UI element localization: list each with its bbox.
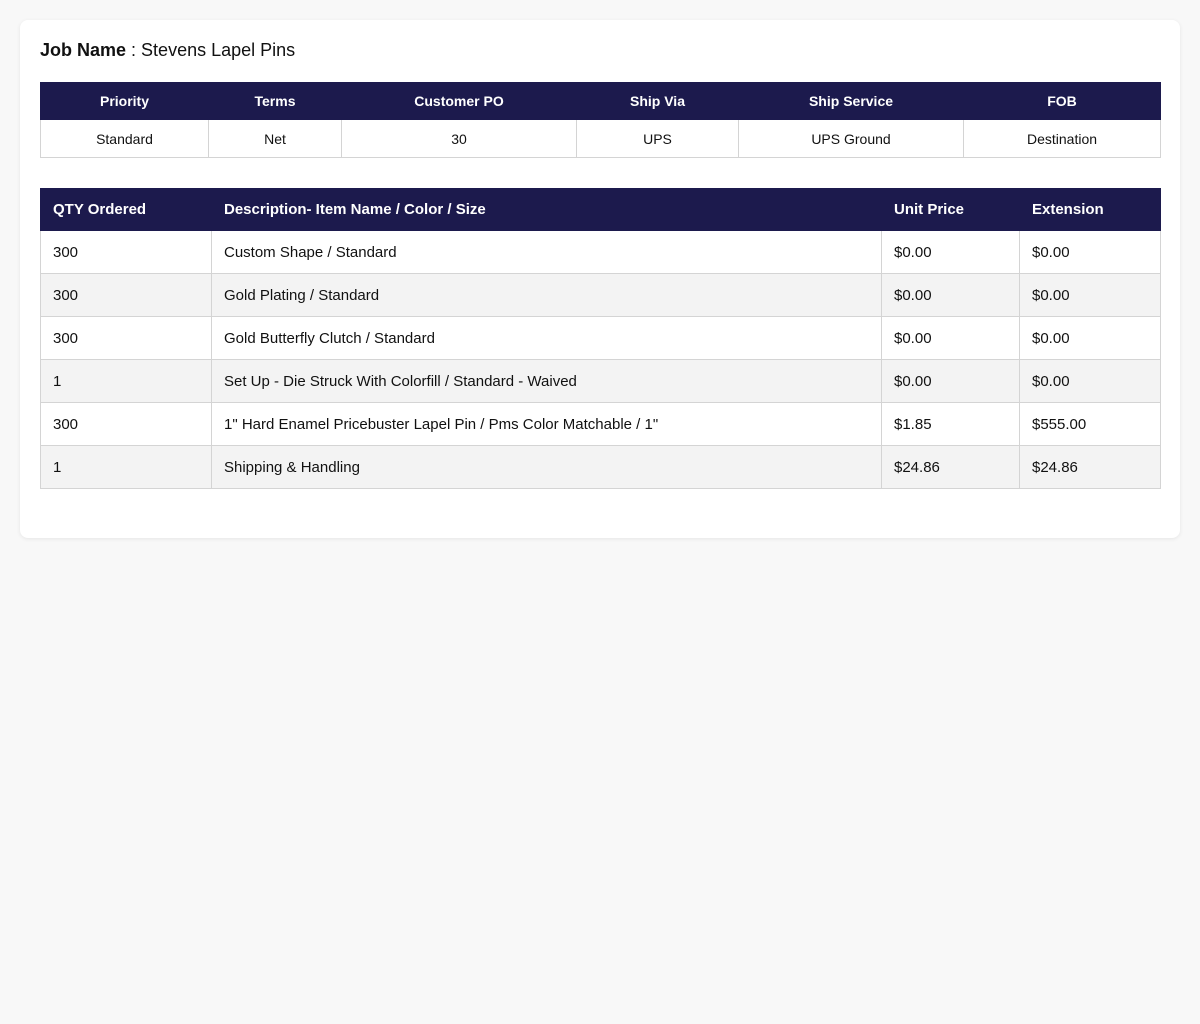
unit-price-cell: $0.00	[881, 273, 1020, 317]
line-items-table: QTY Ordered Description- Item Name / Col…	[40, 188, 1161, 489]
qty-cell: 1	[40, 445, 212, 489]
job-name-label: Job Name	[40, 40, 127, 60]
qty-cell: 300	[40, 273, 212, 317]
ship-service-value: UPS Ground	[738, 119, 964, 158]
unit-price-cell: $1.85	[881, 402, 1020, 446]
header-unit-price: Unit Price	[881, 188, 1020, 231]
extension-cell: $24.86	[1019, 445, 1161, 489]
extension-cell: $0.00	[1019, 316, 1161, 360]
qty-cell: 300	[40, 230, 212, 274]
order-info-header-row: Priority Terms Customer PO Ship Via Ship…	[40, 82, 1161, 120]
extension-cell: $0.00	[1019, 230, 1161, 274]
table-row: 300 Gold Butterfly Clutch / Standard $0.…	[40, 316, 1161, 360]
description-cell: Gold Plating / Standard	[211, 273, 882, 317]
terms-value: Net	[208, 119, 342, 158]
header-description: Description- Item Name / Color / Size	[211, 188, 882, 231]
header-extension: Extension	[1019, 188, 1161, 231]
table-row: 300 Custom Shape / Standard $0.00 $0.00	[40, 230, 1161, 274]
order-info-value-row: Standard Net 30 UPS UPS Ground Destinati…	[40, 119, 1161, 158]
unit-price-cell: $0.00	[881, 230, 1020, 274]
qty-cell: 300	[40, 402, 212, 446]
unit-price-cell: $0.00	[881, 359, 1020, 403]
table-row: 300 1" Hard Enamel Pricebuster Lapel Pin…	[40, 402, 1161, 446]
extension-cell: $555.00	[1019, 402, 1161, 446]
header-customer-po: Customer PO	[341, 82, 577, 120]
customer-po-value: 30	[341, 119, 577, 158]
order-card: Job Name : Stevens Lapel Pins Priority T…	[20, 20, 1180, 538]
description-cell: Set Up - Die Struck With Colorfill / Sta…	[211, 359, 882, 403]
unit-price-cell: $24.86	[881, 445, 1020, 489]
line-items-header-row: QTY Ordered Description- Item Name / Col…	[40, 188, 1161, 231]
job-name-value: Stevens Lapel Pins	[141, 40, 296, 60]
header-ship-via: Ship Via	[576, 82, 739, 120]
header-qty-ordered: QTY Ordered	[40, 188, 212, 231]
header-terms: Terms	[208, 82, 342, 120]
description-cell: 1" Hard Enamel Pricebuster Lapel Pin / P…	[211, 402, 882, 446]
qty-cell: 300	[40, 316, 212, 360]
extension-cell: $0.00	[1019, 359, 1161, 403]
header-priority: Priority	[40, 82, 209, 120]
extension-cell: $0.00	[1019, 273, 1161, 317]
description-cell: Shipping & Handling	[211, 445, 882, 489]
ship-via-value: UPS	[576, 119, 739, 158]
order-info-table: Priority Terms Customer PO Ship Via Ship…	[40, 82, 1161, 158]
header-ship-service: Ship Service	[738, 82, 964, 120]
priority-value: Standard	[40, 119, 209, 158]
table-row: 1 Set Up - Die Struck With Colorfill / S…	[40, 359, 1161, 403]
header-fob: FOB	[963, 82, 1161, 120]
table-row: 300 Gold Plating / Standard $0.00 $0.00	[40, 273, 1161, 317]
description-cell: Custom Shape / Standard	[211, 230, 882, 274]
qty-cell: 1	[40, 359, 212, 403]
table-row: 1 Shipping & Handling $24.86 $24.86	[40, 445, 1161, 489]
job-name-separator: :	[126, 40, 142, 60]
job-name-line: Job Name : Stevens Lapel Pins	[40, 40, 1160, 59]
description-cell: Gold Butterfly Clutch / Standard	[211, 316, 882, 360]
unit-price-cell: $0.00	[881, 316, 1020, 360]
fob-value: Destination	[963, 119, 1161, 158]
